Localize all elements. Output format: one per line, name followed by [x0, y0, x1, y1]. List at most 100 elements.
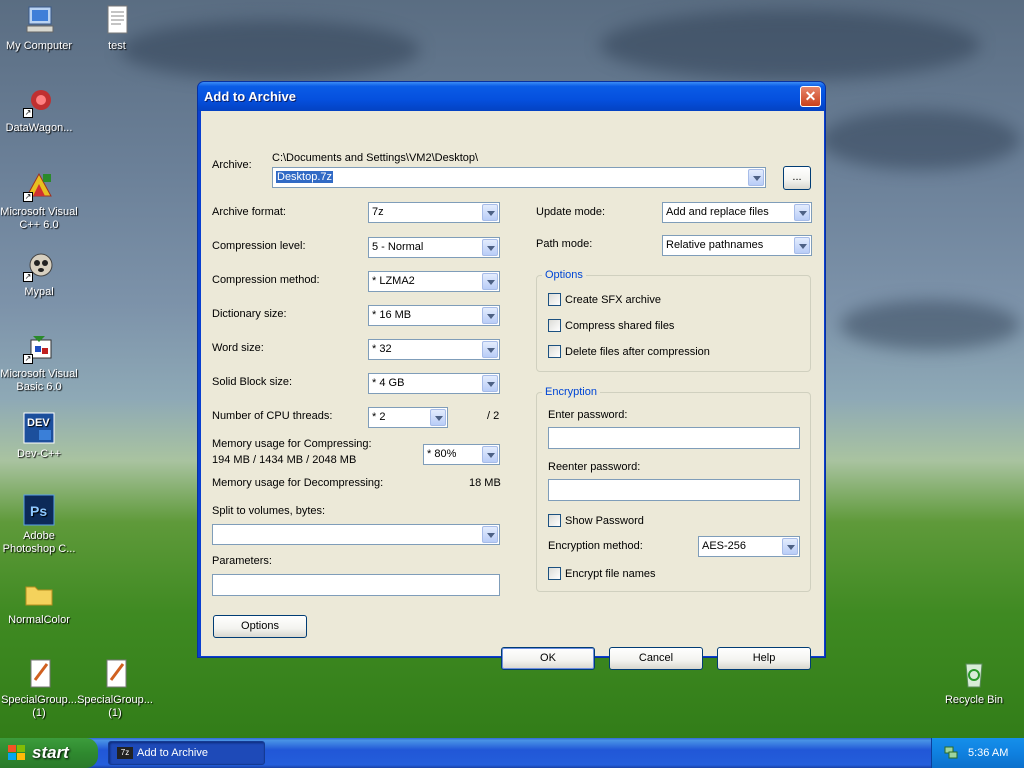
7zip-icon: 7z	[117, 747, 133, 759]
compress-shared-checkbox[interactable]: Compress shared files	[548, 319, 674, 332]
chevron-down-icon[interactable]	[482, 375, 498, 392]
encryption-method-value: AES-256	[702, 540, 747, 552]
desktop-icon-datawagon[interactable]: ↗ DataWagon...	[0, 86, 78, 135]
desktop-icon-visual-basic[interactable]: ↗ Microsoft Visual Basic 6.0	[0, 332, 78, 394]
chevron-down-icon[interactable]	[794, 204, 810, 221]
desktop-icon-specialgroup-1[interactable]: SpecialGroup... (1)	[0, 658, 78, 720]
chevron-down-icon[interactable]	[482, 273, 498, 290]
update-mode-combo[interactable]: Add and replace files	[662, 202, 812, 223]
encrypt-names-checkbox[interactable]: Encrypt file names	[548, 567, 655, 580]
chevron-down-icon[interactable]	[482, 341, 498, 358]
desktop-icon-my-computer[interactable]: My Computer	[0, 4, 78, 53]
parameters-input[interactable]	[212, 574, 500, 596]
archive-path: C:\Documents and Settings\VM2\Desktop\	[272, 152, 479, 164]
chevron-down-icon[interactable]	[794, 237, 810, 254]
memory-compress-combo[interactable]: * 80%	[423, 444, 500, 465]
split-volumes-label: Split to volumes, bytes:	[212, 505, 326, 517]
chevron-down-icon[interactable]	[482, 526, 498, 543]
cpu-threads-combo[interactable]: * 2	[368, 407, 448, 428]
clock[interactable]: 5:36 AM	[968, 747, 1008, 759]
ok-button[interactable]: OK	[501, 647, 595, 670]
enter-password-label: Enter password:	[548, 409, 628, 421]
compression-level-combo[interactable]: 5 - Normal	[368, 237, 500, 258]
reenter-password-input[interactable]	[548, 479, 800, 501]
desktop-icon-dev-cpp[interactable]: DEV Dev-C++	[0, 412, 78, 461]
document-shortcut-icon	[99, 658, 131, 690]
browse-button[interactable]: ...	[783, 166, 811, 190]
show-password-label: Show Password	[565, 514, 644, 527]
network-icon	[944, 746, 958, 759]
chevron-down-icon[interactable]	[482, 446, 498, 463]
dev-cpp-icon: DEV	[23, 412, 55, 444]
path-mode-combo[interactable]: Relative pathnames	[662, 235, 812, 256]
desktop-icon-test[interactable]: test	[78, 4, 156, 53]
dialog-titlebar[interactable]: Add to Archive ✕	[198, 82, 825, 111]
archive-label: Archive:	[212, 159, 252, 171]
desktop-icon-specialgroup-2[interactable]: SpecialGroup... (1)	[76, 658, 154, 720]
chevron-down-icon[interactable]	[748, 169, 764, 186]
desktop-icon-visual-cpp[interactable]: ↗ Microsoft Visual C++ 6.0	[0, 170, 78, 232]
dictionary-size-label: Dictionary size:	[212, 308, 287, 320]
checkbox-box[interactable]	[548, 345, 561, 358]
cancel-button[interactable]: Cancel	[609, 647, 703, 670]
shortcut-arrow-icon: ↗	[23, 192, 33, 202]
desktop-icon-normalcolor[interactable]: NormalColor	[0, 578, 78, 627]
word-size-label: Word size:	[212, 342, 264, 354]
desktop-icon-mypal[interactable]: ↗ Mypal	[0, 250, 78, 299]
desktop-icon-label: Microsoft Visual Basic 6.0	[0, 368, 78, 393]
cpu-threads-value: * 2	[372, 411, 386, 423]
chevron-down-icon[interactable]	[430, 409, 446, 426]
close-button[interactable]: ✕	[800, 86, 821, 107]
dialog-title: Add to Archive	[204, 89, 296, 104]
split-volumes-combo[interactable]	[212, 524, 500, 545]
create-sfx-checkbox[interactable]: Create SFX archive	[548, 293, 661, 306]
checkbox-box[interactable]	[548, 567, 561, 580]
compression-level-value: 5 - Normal	[372, 241, 424, 253]
svg-text:Ps: Ps	[30, 503, 47, 519]
start-button[interactable]: start	[0, 738, 98, 768]
desktop-icon-label: DataWagon...	[5, 122, 73, 134]
chevron-down-icon[interactable]	[482, 239, 498, 256]
dialog-client-area: Archive: C:\Documents and Settings\VM2\D…	[201, 111, 824, 670]
folder-icon	[23, 578, 55, 610]
archive-format-combo[interactable]: 7z	[368, 202, 500, 223]
path-mode-label: Path mode:	[536, 238, 593, 250]
checkbox-box[interactable]	[548, 514, 561, 527]
options-button[interactable]: Options	[213, 615, 307, 638]
taskbar-item-add-to-archive[interactable]: 7z Add to Archive	[108, 741, 265, 765]
windows-logo-icon	[8, 745, 25, 760]
desktop-icon-label: Dev-C++	[16, 448, 62, 460]
archive-name-value: Desktop.7z	[276, 171, 334, 183]
help-button[interactable]: Help	[717, 647, 811, 670]
enter-password-input[interactable]	[548, 427, 800, 449]
compress-shared-label: Compress shared files	[565, 319, 675, 332]
chevron-down-icon[interactable]	[482, 204, 498, 221]
system-tray: 5:36 AM	[931, 738, 1024, 768]
dictionary-size-value: * 16 MB	[372, 309, 412, 321]
checkbox-box[interactable]	[548, 293, 561, 306]
compression-level-label: Compression level:	[212, 240, 306, 252]
show-password-checkbox[interactable]: Show Password	[548, 514, 644, 527]
svg-text:DEV: DEV	[27, 417, 50, 429]
encryption-method-combo[interactable]: AES-256	[698, 536, 800, 557]
chevron-down-icon[interactable]	[782, 538, 798, 555]
delete-after-checkbox[interactable]: Delete files after compression	[548, 345, 710, 358]
desktop-icon-label: Adobe Photoshop C...	[2, 530, 76, 555]
visual-cpp-icon: ↗	[23, 170, 55, 202]
checkbox-box[interactable]	[548, 319, 561, 332]
chevron-down-icon[interactable]	[482, 307, 498, 324]
desktop-icon-label: test	[108, 40, 126, 52]
word-size-combo[interactable]: * 32	[368, 339, 500, 360]
desktop-icon-photoshop[interactable]: Ps Adobe Photoshop C...	[0, 494, 78, 556]
cpu-threads-max: / 2	[487, 410, 500, 422]
dictionary-size-combo[interactable]: * 16 MB	[368, 305, 500, 326]
close-icon: ✕	[804, 88, 817, 104]
archive-name-combo[interactable]: Desktop.7z	[272, 167, 766, 188]
desktop-icon-recycle-bin[interactable]: Recycle Bin	[935, 658, 1013, 707]
shortcut-arrow-icon: ↗	[23, 108, 33, 118]
memory-compress-detail: 194 MB / 1434 MB / 2048 MB	[212, 454, 357, 466]
encrypt-names-label: Encrypt file names	[565, 567, 656, 580]
solid-block-size-combo[interactable]: * 4 GB	[368, 373, 500, 394]
desktop-icon-label: SpecialGroup... (1)	[77, 694, 153, 719]
compression-method-combo[interactable]: * LZMA2	[368, 271, 500, 292]
